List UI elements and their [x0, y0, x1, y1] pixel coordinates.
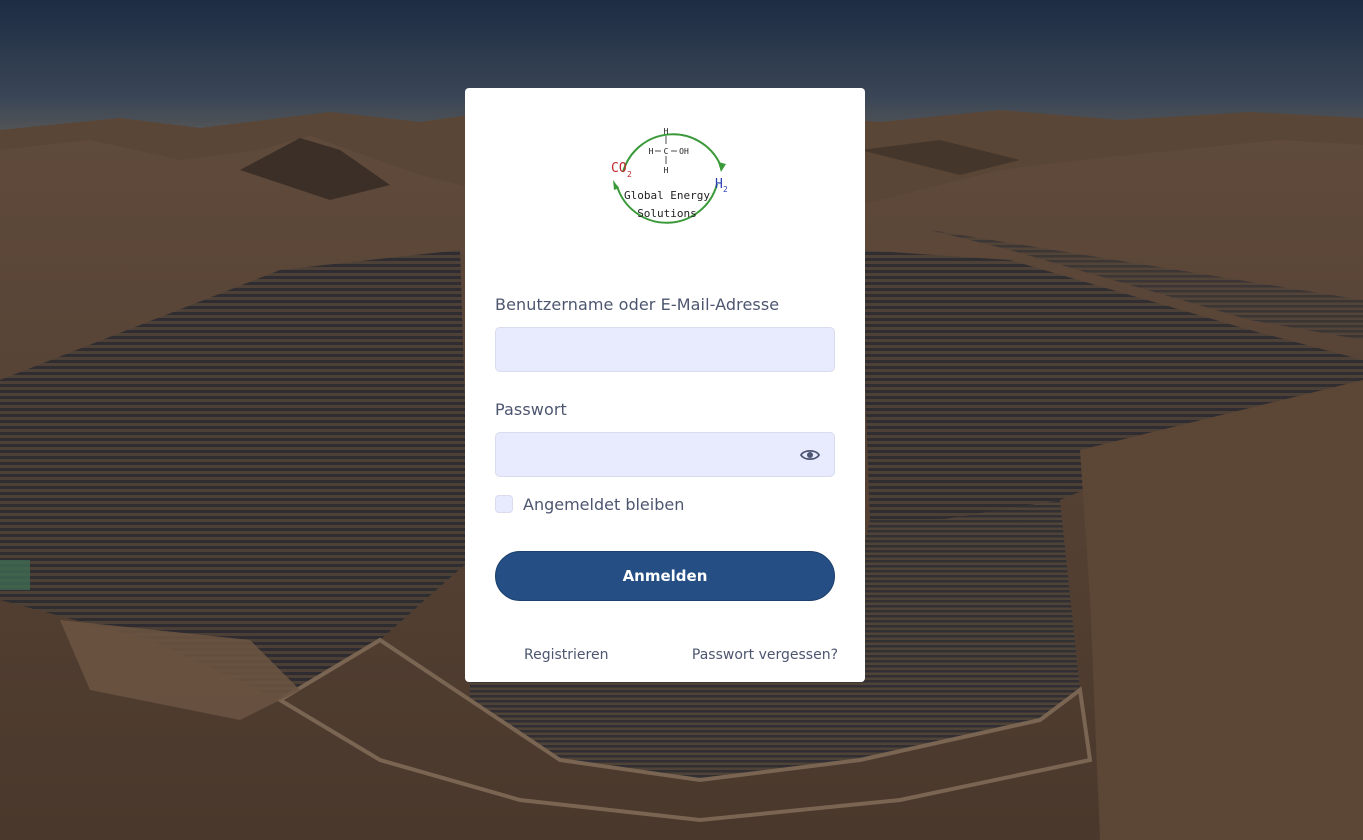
register-link[interactable]: Registrieren	[524, 647, 608, 663]
logo-name-line2: Solutions	[637, 207, 697, 220]
co2-subscript: 2	[627, 170, 632, 179]
username-label: Benutzername oder E-Mail-Adresse	[495, 295, 780, 314]
remember-me[interactable]: Angemeldet bleiben	[495, 494, 684, 514]
remember-me-label: Angemeldet bleiben	[523, 494, 685, 514]
logo-name-line1: Global Energy	[624, 189, 710, 202]
login-button[interactable]: Anmelden	[495, 551, 835, 601]
show-password-toggle[interactable]	[799, 445, 821, 465]
h2-label: H	[715, 177, 723, 192]
svg-text:OH: OH	[679, 147, 689, 156]
password-label: Passwort	[495, 400, 567, 419]
login-card: H H C OH H CO 2 H 2 Global Energy Soluti…	[465, 88, 865, 682]
co2-label: CO	[611, 161, 627, 176]
h2-subscript: 2	[723, 185, 728, 194]
password-input[interactable]	[495, 432, 835, 477]
svg-text:H: H	[664, 127, 669, 136]
username-input[interactable]	[495, 327, 835, 372]
svg-text:C: C	[664, 147, 669, 156]
svg-text:H: H	[664, 166, 669, 175]
remember-me-checkbox[interactable]	[495, 495, 513, 513]
eye-icon	[799, 449, 821, 461]
svg-text:H: H	[649, 147, 654, 156]
company-logo: H H C OH H CO 2 H 2 Global Energy Soluti…	[605, 114, 735, 238]
forgot-password-link[interactable]: Passwort vergessen?	[692, 647, 838, 663]
logo-graphic: H H C OH H CO 2 H 2 Global Energy Soluti…	[611, 127, 728, 224]
